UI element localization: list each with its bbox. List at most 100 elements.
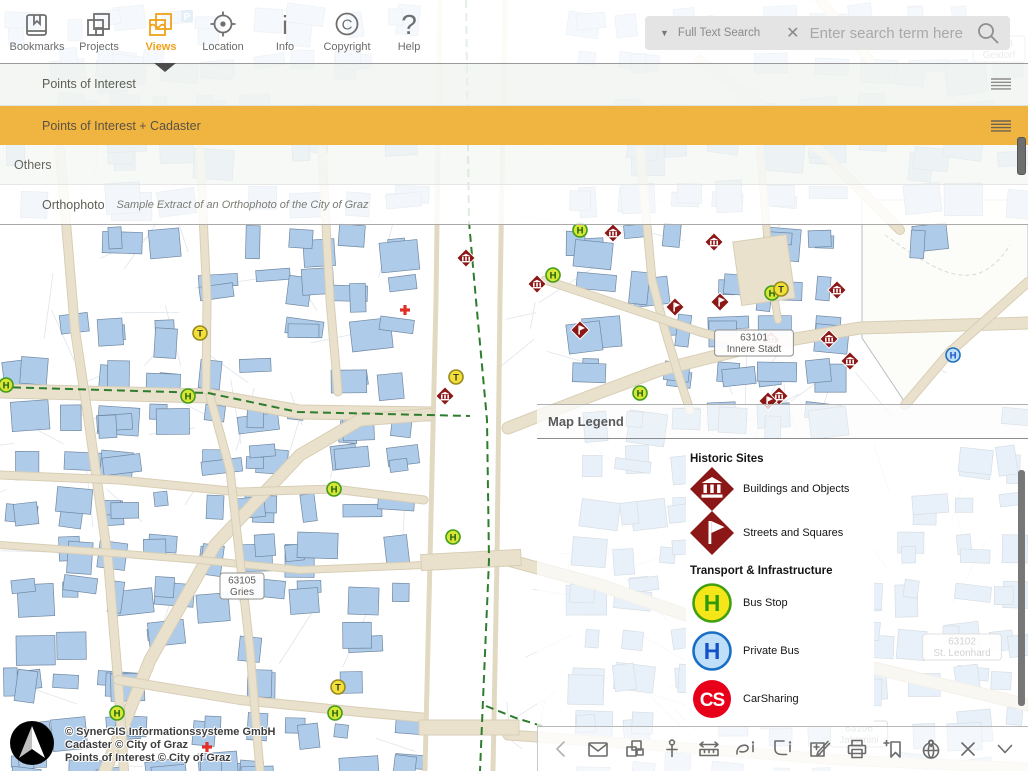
location-icon bbox=[208, 10, 238, 40]
svg-text:T: T bbox=[453, 372, 459, 383]
gis-app-window: HHHHHHHHHHTTTTHP63101Innere Stadt63105Gr… bbox=[0, 0, 1028, 771]
toolbar-item-projects[interactable]: Projects bbox=[68, 2, 130, 62]
drag-handle-icon[interactable] bbox=[990, 78, 1012, 91]
svg-text:T: T bbox=[197, 328, 203, 339]
measure-icon[interactable] bbox=[694, 734, 724, 764]
toolbar-item-bookmarks[interactable]: Bookmarks bbox=[6, 2, 68, 62]
legend-title: Map Legend bbox=[548, 414, 624, 429]
svg-text:C: C bbox=[342, 17, 353, 34]
svg-text:Gries: Gries bbox=[230, 587, 254, 598]
views-active-caret bbox=[154, 63, 176, 72]
search-icon[interactable] bbox=[975, 20, 1001, 46]
legend-content: Historic Sites Buildings and Objects bbox=[686, 439, 874, 726]
legend-item-buildings-objects: Buildings and Objects bbox=[688, 467, 874, 511]
identify-line-icon[interactable] bbox=[731, 734, 761, 764]
print-icon[interactable] bbox=[842, 734, 872, 764]
synergis-logo bbox=[8, 719, 56, 771]
view-label: Points of Interest + Cadaster bbox=[42, 119, 201, 133]
search-mode-label[interactable]: Full Text Search bbox=[678, 27, 760, 39]
legend-section-title: Historic Sites bbox=[690, 453, 874, 465]
toolbar-item-label: Projects bbox=[79, 41, 119, 53]
bookmarks-icon bbox=[22, 10, 52, 40]
svg-text:63101: 63101 bbox=[740, 333, 768, 344]
view-label: Orthophoto bbox=[42, 198, 105, 212]
view-subtitle: Sample Extract of an Orthophoto of the C… bbox=[117, 199, 369, 211]
legend-item-streets-squares: Streets and Squares bbox=[688, 511, 874, 555]
svg-text:H: H bbox=[704, 638, 721, 664]
views-panel: Points of Interest Points of Interest + … bbox=[0, 63, 1028, 225]
svg-text:H: H bbox=[114, 708, 121, 719]
drag-handle-icon[interactable] bbox=[990, 119, 1012, 132]
toolbar-item-copyright[interactable]: C Copyright bbox=[316, 2, 378, 62]
search-bar: ▼ Full Text Search ✕ bbox=[645, 16, 1010, 50]
identify-area-icon[interactable] bbox=[768, 734, 798, 764]
toolbar-item-label: Help bbox=[398, 41, 421, 53]
svg-text:?: ? bbox=[401, 10, 417, 40]
chevron-down-icon[interactable] bbox=[990, 734, 1020, 764]
view-label: Points of Interest bbox=[42, 77, 136, 91]
globe-location-icon[interactable] bbox=[916, 734, 946, 764]
toolbar-item-help[interactable]: ? Help bbox=[378, 2, 440, 62]
svg-text:H: H bbox=[637, 388, 644, 399]
legend-scrollbar-thumb[interactable] bbox=[1018, 470, 1025, 706]
chevron-left-icon[interactable] bbox=[546, 734, 576, 764]
bottom-toolbar bbox=[537, 726, 1028, 771]
copyright-icon: C bbox=[332, 10, 362, 40]
projects-icon bbox=[84, 10, 114, 40]
svg-text:H: H bbox=[332, 708, 339, 719]
select-features-icon[interactable] bbox=[620, 734, 650, 764]
legend-item-label: Streets and Squares bbox=[743, 527, 843, 539]
svg-text:H: H bbox=[450, 532, 457, 543]
svg-text:T: T bbox=[778, 284, 784, 295]
svg-text:H: H bbox=[331, 484, 338, 495]
svg-text:T: T bbox=[335, 682, 341, 693]
svg-text:Innere Stadt: Innere Stadt bbox=[727, 344, 782, 355]
views-section-others: Others bbox=[0, 145, 1028, 185]
add-bookmark-icon[interactable] bbox=[879, 734, 909, 764]
legend-item-carsharing: CS CarSharing bbox=[688, 675, 874, 723]
search-input[interactable] bbox=[808, 24, 975, 43]
attribution-line: Cadaster © City of Graz bbox=[65, 739, 275, 752]
draw-edit-icon[interactable] bbox=[805, 734, 835, 764]
info-icon: i bbox=[270, 10, 300, 40]
pin-icon[interactable] bbox=[657, 734, 687, 764]
section-label: Others bbox=[14, 158, 52, 172]
svg-text:H: H bbox=[185, 391, 192, 402]
private-bus-icon: H bbox=[688, 627, 736, 675]
bus-stop-icon: H bbox=[688, 579, 736, 627]
svg-text:H: H bbox=[950, 350, 957, 361]
toolbar-item-views[interactable]: Views bbox=[130, 2, 192, 62]
svg-text:H: H bbox=[3, 380, 10, 391]
legend-item-bus-stop: H Bus Stop bbox=[688, 579, 874, 627]
views-scrollbar-thumb[interactable] bbox=[1017, 137, 1026, 175]
toolbar-item-label: Location bbox=[202, 41, 244, 53]
svg-text:H: H bbox=[577, 225, 584, 236]
views-icon bbox=[146, 10, 176, 40]
carsharing-icon: CS bbox=[688, 675, 736, 723]
view-row-points-of-interest-cadaster-active[interactable]: Points of Interest + Cadaster bbox=[0, 106, 1028, 145]
diamond-temple-icon bbox=[688, 467, 736, 511]
map-legend-panel: Map Legend Historic Sites bbox=[537, 404, 1028, 726]
legend-header[interactable]: Map Legend bbox=[537, 404, 1028, 439]
svg-text:63105: 63105 bbox=[228, 576, 256, 587]
svg-text:H: H bbox=[704, 590, 721, 616]
search-clear-icon[interactable]: ✕ bbox=[786, 23, 799, 43]
legend-item-label: Buildings and Objects bbox=[743, 483, 849, 495]
diamond-flag-icon bbox=[688, 511, 736, 555]
svg-text:H: H bbox=[550, 270, 557, 281]
attribution-line: © SynerGIS Informationssysteme GmbH bbox=[65, 726, 275, 739]
map-attribution: © SynerGIS Informationssysteme GmbH Cada… bbox=[8, 719, 275, 771]
help-icon: ? bbox=[394, 10, 424, 40]
search-mode-dropdown-icon[interactable]: ▼ bbox=[660, 28, 669, 38]
svg-text:CS: CS bbox=[700, 690, 725, 711]
legend-item-label: CarSharing bbox=[743, 693, 799, 705]
toolbar-item-info[interactable]: i Info bbox=[254, 2, 316, 62]
svg-text:i: i bbox=[282, 10, 288, 40]
toolbar-item-location[interactable]: Location bbox=[192, 2, 254, 62]
legend-item-private-bus: H Private Bus bbox=[688, 627, 874, 675]
close-icon[interactable] bbox=[953, 734, 983, 764]
view-row-orthophoto[interactable]: Orthophoto Sample Extract of an Orthopho… bbox=[0, 185, 1028, 225]
toolbar-item-label: Views bbox=[146, 41, 177, 53]
legend-item-label: Bus Stop bbox=[743, 597, 788, 609]
mail-icon[interactable] bbox=[583, 734, 613, 764]
